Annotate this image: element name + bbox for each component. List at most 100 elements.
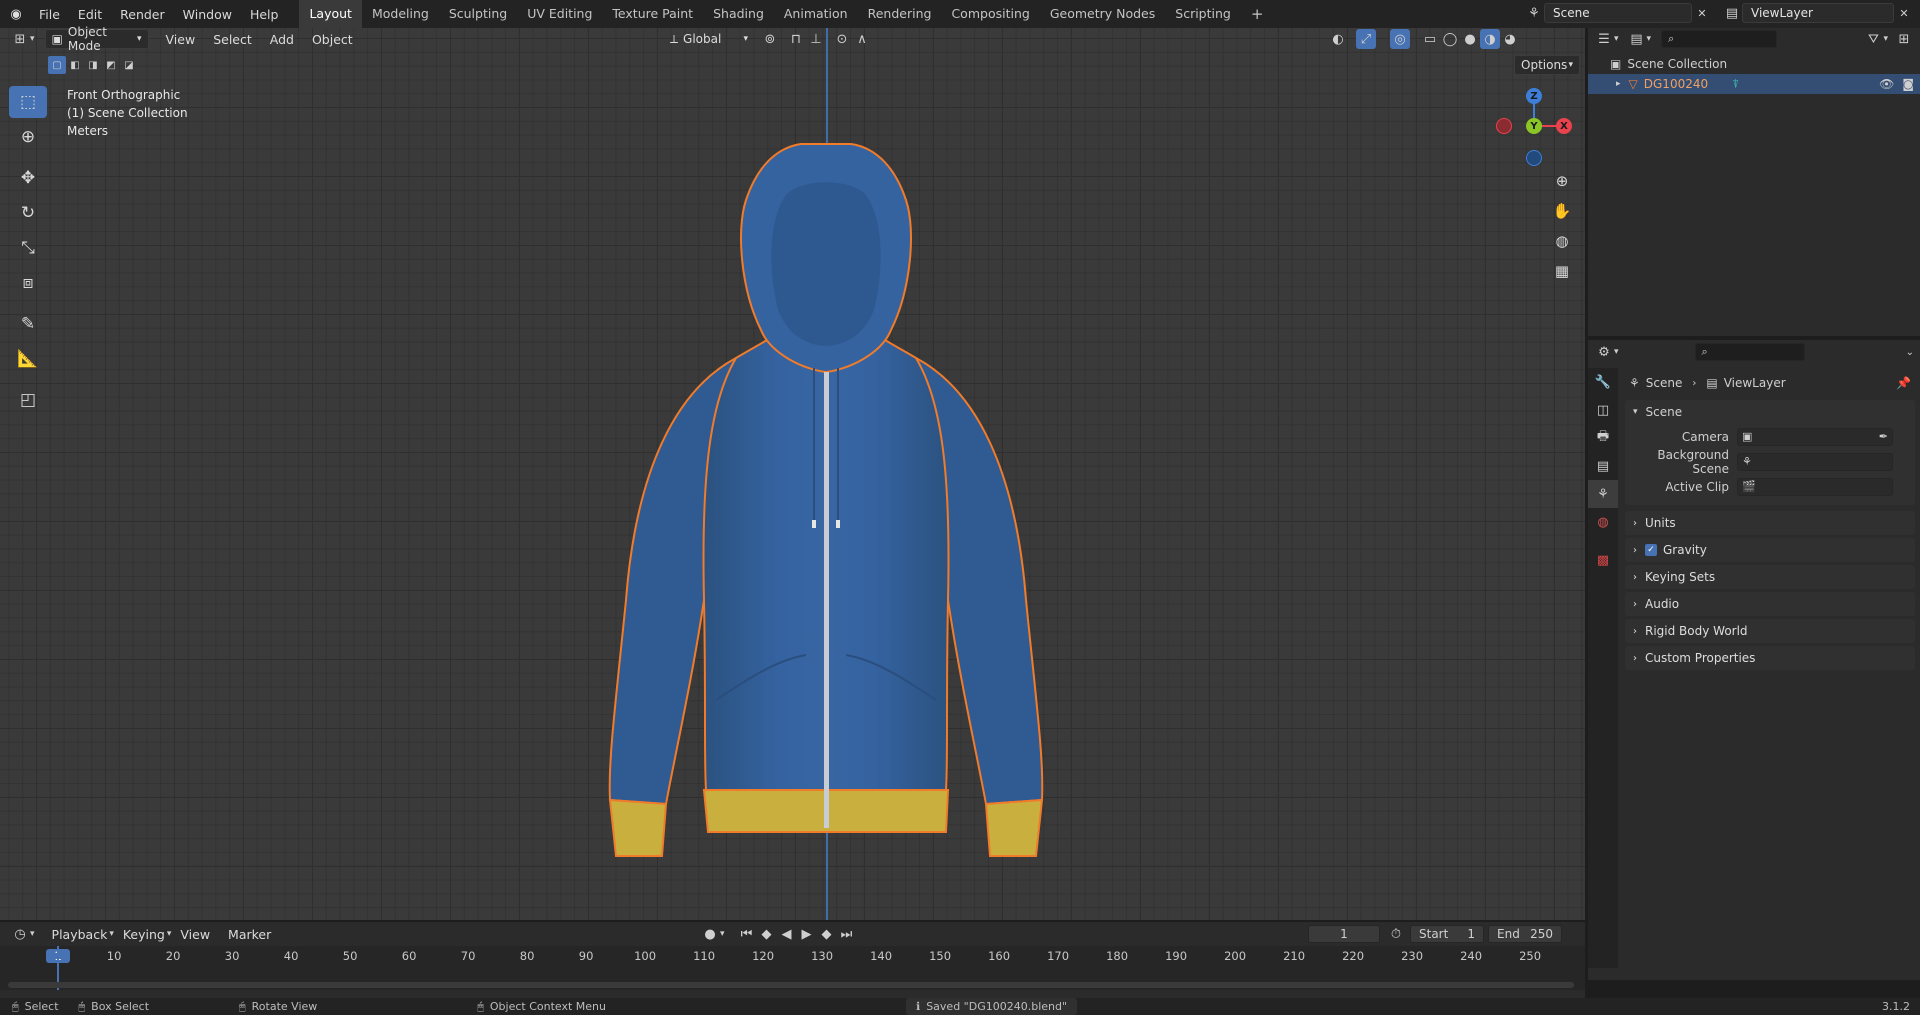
properties-editor-icon[interactable]: ⚙ bbox=[1594, 342, 1614, 362]
close-icon[interactable]: ✕ bbox=[1894, 3, 1914, 23]
gravity-checkbox[interactable]: ✓ bbox=[1645, 544, 1657, 556]
display-mode-icon[interactable]: ▤ bbox=[1627, 29, 1647, 49]
wireframe-shading-icon[interactable]: ◯ bbox=[1440, 29, 1460, 49]
tab-layout[interactable]: Layout bbox=[299, 0, 362, 28]
menu-render[interactable]: Render bbox=[111, 7, 174, 22]
rotate-tool-icon[interactable]: ↻ bbox=[9, 197, 47, 229]
ortho-grid-icon[interactable]: ▦ bbox=[1549, 258, 1575, 284]
scene-name-field[interactable]: Scene bbox=[1544, 3, 1692, 23]
stopwatch-icon[interactable]: ⏱ bbox=[1386, 924, 1406, 944]
new-collection-icon[interactable]: ⊞ bbox=[1894, 29, 1914, 49]
tab-sculpting[interactable]: Sculpting bbox=[439, 0, 517, 28]
jump-end-icon[interactable]: ⏭ bbox=[837, 924, 857, 944]
current-frame-field[interactable]: 1 bbox=[1308, 925, 1380, 943]
solid-shading-icon[interactable]: ● bbox=[1460, 29, 1480, 49]
transform-tool-icon[interactable]: ⧈ bbox=[9, 267, 47, 299]
cursor-tool-icon[interactable]: ⊕ bbox=[9, 121, 47, 153]
prev-keyframe-icon[interactable]: ◆ bbox=[757, 924, 777, 944]
3d-viewport[interactable] bbox=[0, 28, 1585, 920]
active-clip-field[interactable]: 🎬 bbox=[1737, 477, 1893, 496]
menu-marker[interactable]: Marker bbox=[219, 927, 280, 942]
rigid-body-world-panel-header[interactable]: › Rigid Body World bbox=[1625, 619, 1915, 643]
menu-keying[interactable]: Keying bbox=[114, 927, 167, 942]
tab-scripting[interactable]: Scripting bbox=[1165, 0, 1241, 28]
tab-rendering[interactable]: Rendering bbox=[858, 0, 942, 28]
outliner-row-scene-collection[interactable]: ▣ Scene Collection bbox=[1588, 54, 1920, 74]
orientation-dropdown[interactable]: ⟂ Global ▾ bbox=[670, 32, 748, 47]
gizmo-x-axis[interactable]: X bbox=[1556, 118, 1572, 134]
outliner-row-object[interactable]: ▸ ▽ DG100240 ⍒ 👁 ◙ bbox=[1588, 74, 1920, 94]
eye-icon[interactable]: 👁 bbox=[1879, 77, 1894, 91]
hoodie-object[interactable] bbox=[596, 140, 1056, 860]
menu-window[interactable]: Window bbox=[174, 7, 241, 22]
close-icon[interactable]: ✕ bbox=[1692, 3, 1712, 23]
menu-select[interactable]: Select bbox=[204, 32, 261, 47]
snap-target-icon[interactable]: ⊥ bbox=[806, 29, 826, 49]
camera-view-icon[interactable]: ◍ bbox=[1549, 228, 1575, 254]
select-new-icon[interactable]: ▢ bbox=[48, 56, 66, 74]
scene-tab-icon[interactable]: ⚘ bbox=[1588, 480, 1618, 508]
properties-search-input[interactable]: ⌕ bbox=[1694, 343, 1805, 361]
next-keyframe-icon[interactable]: ◆ bbox=[817, 924, 837, 944]
texture-tab-icon[interactable]: ▩ bbox=[1588, 546, 1618, 574]
view-layer-tab-icon[interactable]: ▤ bbox=[1588, 452, 1618, 480]
menu-object[interactable]: Object bbox=[303, 32, 362, 47]
gizmo-toggle-icon[interactable]: ⤢ bbox=[1356, 29, 1376, 49]
menu-timeline-view[interactable]: View bbox=[171, 927, 219, 942]
gizmo-neg-x-axis[interactable] bbox=[1496, 118, 1512, 134]
select-box-tool-icon[interactable]: ⬚ bbox=[9, 86, 47, 118]
pivot-icon[interactable]: ⊚ bbox=[760, 29, 780, 49]
pin-icon[interactable]: 📌 bbox=[1896, 376, 1911, 390]
units-panel-header[interactable]: › Units bbox=[1625, 511, 1915, 535]
world-tab-icon[interactable]: ◍ bbox=[1588, 508, 1618, 536]
camera-field[interactable]: ▣ ✒ bbox=[1737, 427, 1893, 446]
tool-tab-icon[interactable]: 🔧 bbox=[1588, 368, 1618, 396]
tab-compositing[interactable]: Compositing bbox=[941, 0, 1039, 28]
editor-type-selector[interactable]: ⊞ ▾ bbox=[10, 29, 35, 49]
select-invert-icon[interactable]: ◩ bbox=[102, 56, 120, 74]
view-layer-field[interactable]: ViewLayer bbox=[1742, 3, 1894, 23]
eyedropper-icon[interactable]: ✒ bbox=[1879, 430, 1888, 443]
zoom-icon[interactable]: ⊕ bbox=[1549, 168, 1575, 194]
timeline-editor-icon[interactable]: ◷ bbox=[10, 924, 30, 944]
menu-view[interactable]: View bbox=[157, 32, 205, 47]
navigation-gizmo[interactable]: Z X Y bbox=[1494, 86, 1574, 166]
blender-logo-icon[interactable]: ◉ bbox=[6, 4, 26, 24]
tab-animation[interactable]: Animation bbox=[774, 0, 858, 28]
frame-ruler[interactable]: 1102030405060708090100110120130140150160… bbox=[0, 946, 1585, 966]
timeline-scrollbar[interactable] bbox=[8, 982, 1574, 988]
gravity-panel-header[interactable]: › ✓ Gravity bbox=[1625, 538, 1915, 562]
overlay-toggle-icon[interactable]: ◎ bbox=[1390, 29, 1410, 49]
timeline-track-area[interactable]: 1102030405060708090100110120130140150160… bbox=[0, 946, 1585, 990]
output-tab-icon[interactable]: 🖶 bbox=[1588, 424, 1618, 452]
menu-edit[interactable]: Edit bbox=[69, 7, 111, 22]
add-workspace-icon[interactable]: + bbox=[1241, 0, 1274, 28]
render-tab-icon[interactable]: ◫ bbox=[1588, 396, 1618, 424]
keying-sets-panel-header[interactable]: › Keying Sets bbox=[1625, 565, 1915, 589]
xray-icon[interactable]: ▭ bbox=[1420, 29, 1440, 49]
menu-file[interactable]: File bbox=[30, 7, 69, 22]
snap-icon[interactable]: ⊓ bbox=[786, 29, 806, 49]
tab-uv-editing[interactable]: UV Editing bbox=[517, 0, 602, 28]
custom-properties-panel-header[interactable]: › Custom Properties bbox=[1625, 646, 1915, 670]
expand-arrow-icon[interactable]: ▸ bbox=[1616, 79, 1621, 89]
tab-texture-paint[interactable]: Texture Paint bbox=[602, 0, 703, 28]
falloff-icon[interactable]: ∧ bbox=[852, 29, 872, 49]
record-icon[interactable]: ● bbox=[700, 924, 720, 944]
menu-help[interactable]: Help bbox=[241, 7, 288, 22]
menu-playback[interactable]: Playback bbox=[43, 927, 110, 942]
outliner-search-input[interactable]: ⌕ bbox=[1661, 30, 1778, 48]
background-scene-field[interactable]: ⚘ bbox=[1737, 452, 1893, 471]
select-intersect-icon[interactable]: ◪ bbox=[120, 56, 138, 74]
menu-add[interactable]: Add bbox=[261, 32, 303, 47]
tab-modeling[interactable]: Modeling bbox=[362, 0, 439, 28]
annotate-tool-icon[interactable]: ✎ bbox=[9, 308, 47, 340]
play-icon[interactable]: ▶ bbox=[797, 924, 817, 944]
scene-panel-header[interactable]: ▾ Scene bbox=[1625, 400, 1915, 424]
gizmo-y-axis[interactable]: Y bbox=[1526, 118, 1542, 134]
tab-shading[interactable]: Shading bbox=[703, 0, 774, 28]
view-layer-icon[interactable]: ▤ bbox=[1722, 3, 1742, 23]
pan-hand-icon[interactable]: ✋ bbox=[1549, 198, 1575, 224]
move-tool-icon[interactable]: ✥ bbox=[9, 162, 47, 194]
add-cube-tool-icon[interactable]: ◰ bbox=[9, 384, 47, 416]
